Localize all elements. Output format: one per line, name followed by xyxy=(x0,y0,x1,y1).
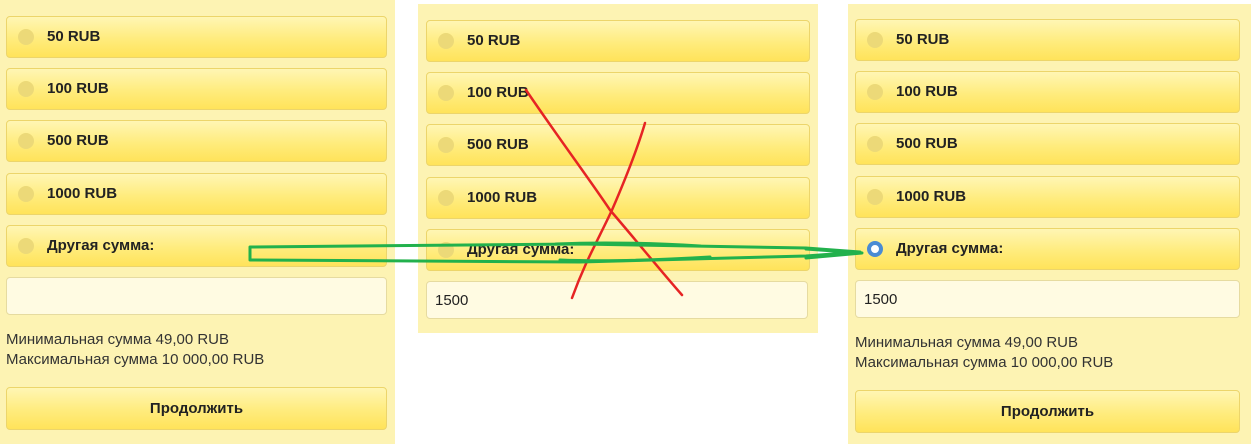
option-label: 50 RUB xyxy=(896,31,950,48)
option-label: 100 RUB xyxy=(467,84,529,101)
option-50-rub[interactable]: 50 RUB xyxy=(855,19,1240,61)
option-500-rub[interactable]: 500 RUB xyxy=(855,123,1240,165)
max-amount-text: Максимальная сумма 10 000,00 RUB xyxy=(6,351,265,368)
radio-100-rub[interactable] xyxy=(438,85,454,101)
radio-other-amount[interactable] xyxy=(438,242,454,258)
radio-50-rub[interactable] xyxy=(438,33,454,49)
radio-500-rub[interactable] xyxy=(18,133,34,149)
radio-1000-rub[interactable] xyxy=(867,189,883,205)
option-label: 500 RUB xyxy=(896,135,958,152)
option-label: 50 RUB xyxy=(467,32,521,49)
option-other-amount[interactable]: Другая сумма: xyxy=(855,228,1240,270)
option-100-rub[interactable]: 100 RUB xyxy=(855,71,1240,113)
option-label: 100 RUB xyxy=(896,83,958,100)
left-payment-panel: 50 RUB 100 RUB 500 RUB 1000 RUB Другая с… xyxy=(0,0,395,444)
custom-amount-input[interactable] xyxy=(6,277,387,315)
continue-button[interactable]: Продолжить xyxy=(855,390,1240,433)
continue-button[interactable]: Продолжить xyxy=(6,387,387,430)
option-label: 1000 RUB xyxy=(467,189,538,206)
option-label: 100 RUB xyxy=(47,80,109,97)
middle-payment-panel: 50 RUB 100 RUB 500 RUB 1000 RUB Другая с… xyxy=(418,4,818,333)
radio-50-rub[interactable] xyxy=(867,32,883,48)
custom-amount-input[interactable] xyxy=(426,281,808,319)
option-label: 1000 RUB xyxy=(47,185,118,202)
option-1000-rub[interactable]: 1000 RUB xyxy=(6,173,387,215)
option-label: 1000 RUB xyxy=(896,188,967,205)
option-50-rub[interactable]: 50 RUB xyxy=(426,20,810,62)
option-50-rub[interactable]: 50 RUB xyxy=(6,16,387,58)
radio-500-rub[interactable] xyxy=(867,136,883,152)
option-label: Другая сумма: xyxy=(896,240,1004,257)
custom-amount-input[interactable] xyxy=(855,280,1240,318)
option-other-amount[interactable]: Другая сумма: xyxy=(426,229,810,271)
max-amount-text: Максимальная сумма 10 000,00 RUB xyxy=(855,354,1114,371)
radio-100-rub[interactable] xyxy=(867,84,883,100)
radio-1000-rub[interactable] xyxy=(18,186,34,202)
radio-1000-rub[interactable] xyxy=(438,190,454,206)
radio-other-amount[interactable] xyxy=(18,238,34,254)
option-1000-rub[interactable]: 1000 RUB xyxy=(855,176,1240,218)
option-1000-rub[interactable]: 1000 RUB xyxy=(426,177,810,219)
option-other-amount[interactable]: Другая сумма: xyxy=(6,225,387,267)
option-label: 500 RUB xyxy=(467,136,529,153)
option-500-rub[interactable]: 500 RUB xyxy=(426,124,810,166)
min-amount-text: Минимальная сумма 49,00 RUB xyxy=(855,334,1079,351)
option-label: 50 RUB xyxy=(47,28,101,45)
option-100-rub[interactable]: 100 RUB xyxy=(6,68,387,110)
radio-100-rub[interactable] xyxy=(18,81,34,97)
option-100-rub[interactable]: 100 RUB xyxy=(426,72,810,114)
option-500-rub[interactable]: 500 RUB xyxy=(6,120,387,162)
radio-other-amount-selected[interactable] xyxy=(867,241,883,257)
radio-500-rub[interactable] xyxy=(438,137,454,153)
min-amount-text: Минимальная сумма 49,00 RUB xyxy=(6,331,230,348)
option-label: Другая сумма: xyxy=(47,237,155,254)
option-label: Другая сумма: xyxy=(467,241,575,258)
right-payment-panel: 50 RUB 100 RUB 500 RUB 1000 RUB Другая с… xyxy=(848,4,1251,444)
option-label: 500 RUB xyxy=(47,132,109,149)
radio-50-rub[interactable] xyxy=(18,29,34,45)
